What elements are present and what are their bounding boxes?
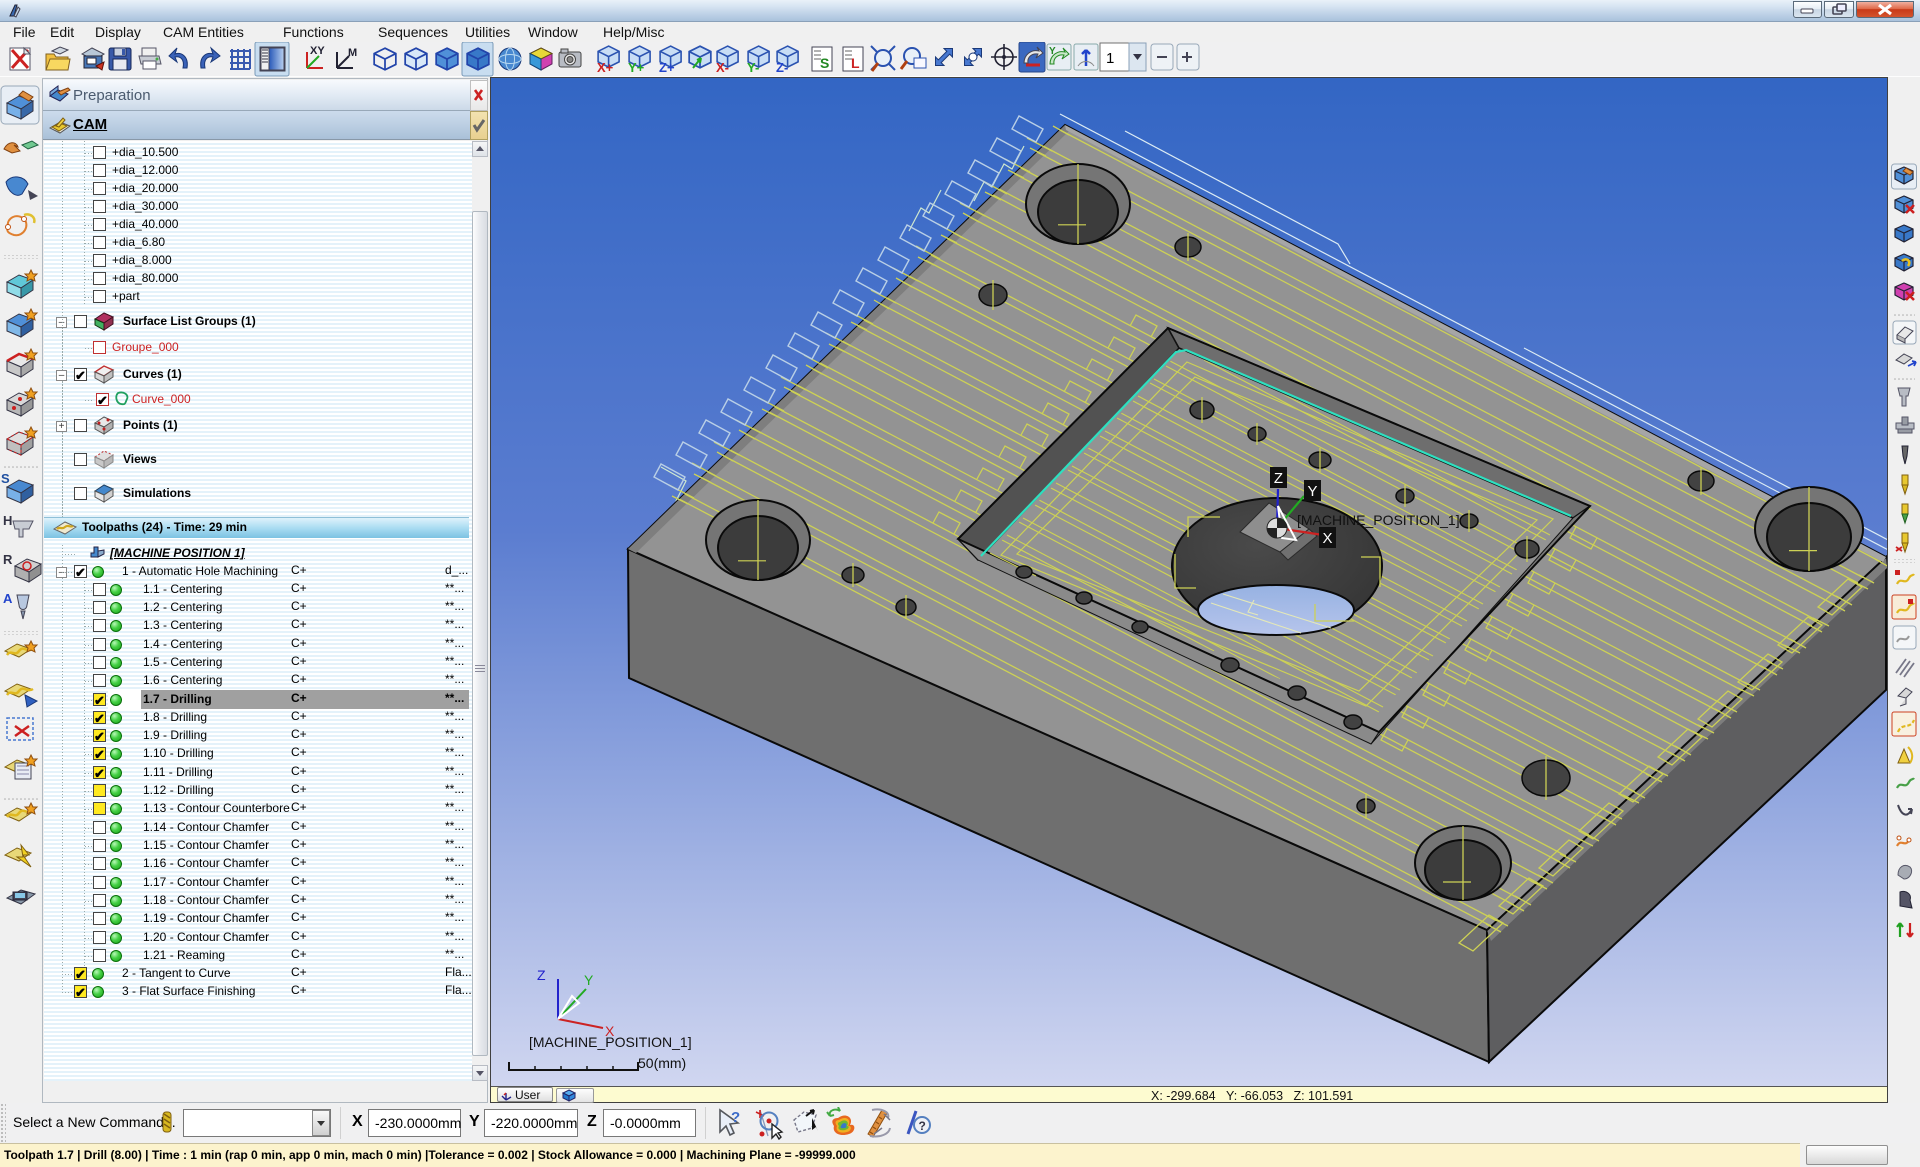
svg-text:Y: Y [584,972,594,988]
svg-text:?: ? [731,1109,740,1126]
svg-text:Z: Z [537,967,546,983]
svg-text:Y: Y [1049,46,1056,57]
svg-text:[MACHINE_POSITION_1]: [MACHINE_POSITION_1] [529,1034,692,1050]
svg-text:S: S [820,55,829,71]
svg-text:50(mm): 50(mm) [638,1055,686,1071]
svg-text:R: R [3,552,13,567]
svg-text:H: H [3,513,12,528]
svg-text:Y-: Y- [747,60,759,75]
svg-text:X: X [1322,530,1332,547]
svg-text:1: 1 [1106,50,1114,67]
svg-text:X+: X+ [597,60,614,75]
svg-text:Z+: Z+ [659,60,675,75]
svg-text:Z: Z [1274,470,1283,487]
svg-text:X-: X- [716,60,729,75]
svg-text:?: ? [919,1119,926,1133]
svg-text:Z-: Z- [776,60,788,75]
svg-text:S: S [1,471,10,486]
svg-text:Y+: Y+ [628,60,645,75]
svg-text:M: M [348,47,357,59]
svg-text:[MACHINE_POSITION_1]: [MACHINE_POSITION_1] [1297,512,1460,528]
svg-text:XY: XY [310,45,325,57]
svg-text:A: A [3,591,13,606]
svg-text:Y: Y [1307,483,1317,500]
svg-text:L: L [851,55,860,71]
